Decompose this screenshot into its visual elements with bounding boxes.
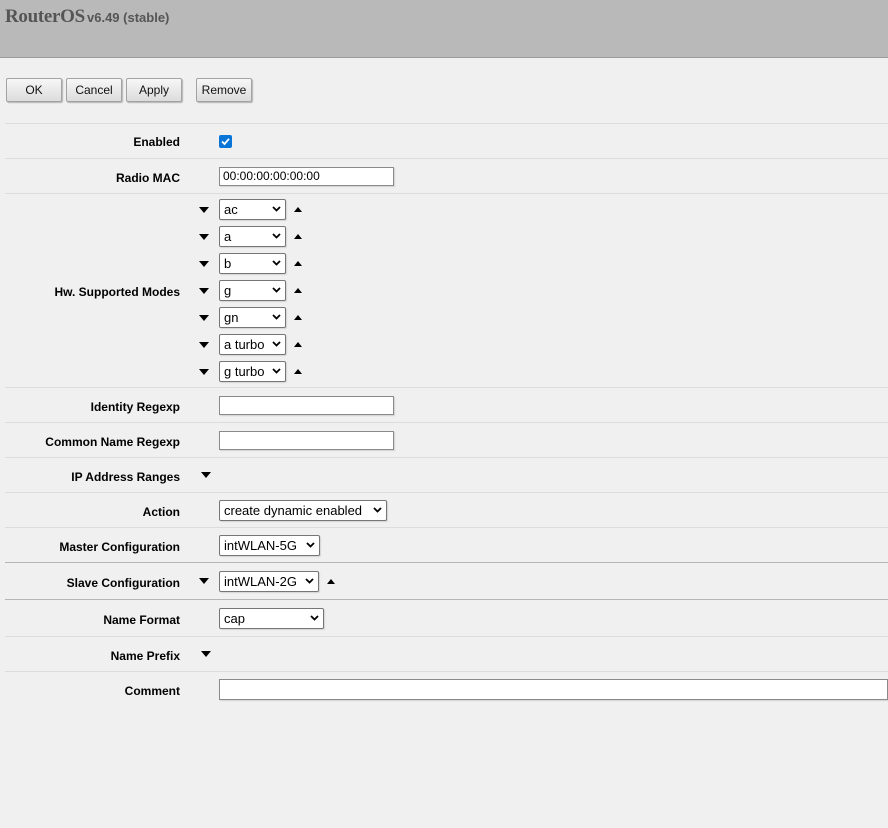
- move-down-icon[interactable]: [199, 288, 209, 294]
- name-format-select[interactable]: cap: [219, 608, 324, 629]
- common-name-regexp-input[interactable]: [219, 431, 394, 450]
- hw-modes-row: Hw. Supported Modes ac a b g gn a turbo …: [5, 193, 888, 388]
- identity-regexp-input[interactable]: [219, 396, 394, 415]
- name-format-label: Name Format: [103, 613, 180, 627]
- radio-mac-label: Radio MAC: [116, 171, 180, 185]
- hw-mode-select-4[interactable]: g: [219, 280, 286, 301]
- move-down-icon[interactable]: [199, 369, 209, 375]
- chevron-down-icon: [272, 368, 281, 374]
- name-prefix-row: Name Prefix: [5, 636, 888, 672]
- chevron-down-icon: [272, 233, 281, 239]
- chevron-down-icon: [272, 206, 281, 212]
- expand-down-icon[interactable]: [201, 651, 211, 657]
- hw-mode-select-1[interactable]: ac: [219, 199, 286, 220]
- action-label: Action: [142, 505, 180, 519]
- title-bar: RouterOS v6.49 (stable): [0, 0, 888, 58]
- move-down-icon[interactable]: [199, 315, 209, 321]
- ip-address-ranges-label: IP Address Ranges: [71, 470, 180, 484]
- brand-logo-text: RouterOS: [5, 6, 85, 27]
- move-down-icon[interactable]: [199, 578, 209, 584]
- move-up-icon[interactable]: [294, 288, 302, 293]
- move-down-icon[interactable]: [199, 234, 209, 240]
- identity-regexp-row: Identity Regexp: [5, 387, 888, 423]
- chevron-down-icon: [310, 615, 319, 621]
- cancel-button[interactable]: Cancel: [66, 78, 122, 102]
- enabled-checkbox[interactable]: [219, 135, 232, 148]
- apply-button[interactable]: Apply: [126, 78, 182, 102]
- move-up-icon[interactable]: [294, 342, 302, 347]
- identity-regexp-label: Identity Regexp: [90, 400, 180, 414]
- slave-configuration-label: Slave Configuration: [66, 576, 180, 590]
- slave-configuration-row: Slave Configuration intWLAN-2G: [5, 562, 888, 600]
- action-row: Action create dynamic enabled: [5, 492, 888, 528]
- chevron-down-icon: [272, 287, 281, 293]
- radio-mac-row: Radio MAC 00:00:00:00:00:00: [5, 158, 888, 194]
- hw-mode-select-2[interactable]: a: [219, 226, 286, 247]
- ok-button[interactable]: OK: [6, 78, 62, 102]
- move-down-icon[interactable]: [199, 261, 209, 267]
- hw-mode-select-7[interactable]: g turbo: [219, 361, 286, 382]
- move-up-icon[interactable]: [294, 234, 302, 239]
- name-prefix-label: Name Prefix: [110, 649, 180, 663]
- master-configuration-select[interactable]: intWLAN-5G: [219, 535, 320, 556]
- move-down-icon[interactable]: [199, 207, 209, 213]
- comment-label: Comment: [124, 684, 180, 698]
- chevron-down-icon: [272, 260, 281, 266]
- enabled-label: Enabled: [133, 135, 180, 149]
- hw-mode-select-6[interactable]: a turbo: [219, 334, 286, 355]
- hw-modes-label: Hw. Supported Modes: [54, 285, 180, 299]
- version-label: v6.49 (stable): [87, 10, 170, 25]
- expand-down-icon[interactable]: [201, 472, 211, 478]
- chevron-down-icon: [272, 314, 281, 320]
- chevron-down-icon: [272, 341, 281, 347]
- enabled-row: Enabled: [5, 123, 888, 159]
- move-up-icon[interactable]: [327, 579, 335, 584]
- move-down-icon[interactable]: [199, 342, 209, 348]
- slave-configuration-select[interactable]: intWLAN-2G: [219, 571, 319, 592]
- remove-button[interactable]: Remove: [196, 78, 252, 102]
- common-name-regexp-label: Common Name Regexp: [45, 435, 180, 449]
- action-select[interactable]: create dynamic enabled: [219, 500, 387, 521]
- move-up-icon[interactable]: [294, 207, 302, 212]
- hw-mode-select-3[interactable]: b: [219, 253, 286, 274]
- checkmark-icon: [221, 138, 230, 146]
- hw-mode-select-5[interactable]: gn: [219, 307, 286, 328]
- chevron-down-icon: [305, 578, 314, 584]
- move-up-icon[interactable]: [294, 261, 302, 266]
- common-name-regexp-row: Common Name Regexp: [5, 422, 888, 458]
- master-configuration-row: Master Configuration intWLAN-5G: [5, 527, 888, 563]
- comment-row: Comment: [5, 671, 888, 707]
- move-up-icon[interactable]: [294, 315, 302, 320]
- name-format-row: Name Format cap: [5, 599, 888, 637]
- move-up-icon[interactable]: [294, 369, 302, 374]
- ip-address-ranges-row: IP Address Ranges: [5, 457, 888, 493]
- comment-input[interactable]: [219, 679, 888, 700]
- chevron-down-icon: [373, 507, 382, 513]
- radio-mac-input[interactable]: 00:00:00:00:00:00: [219, 167, 394, 186]
- master-configuration-label: Master Configuration: [59, 540, 180, 554]
- chevron-down-icon: [306, 542, 315, 548]
